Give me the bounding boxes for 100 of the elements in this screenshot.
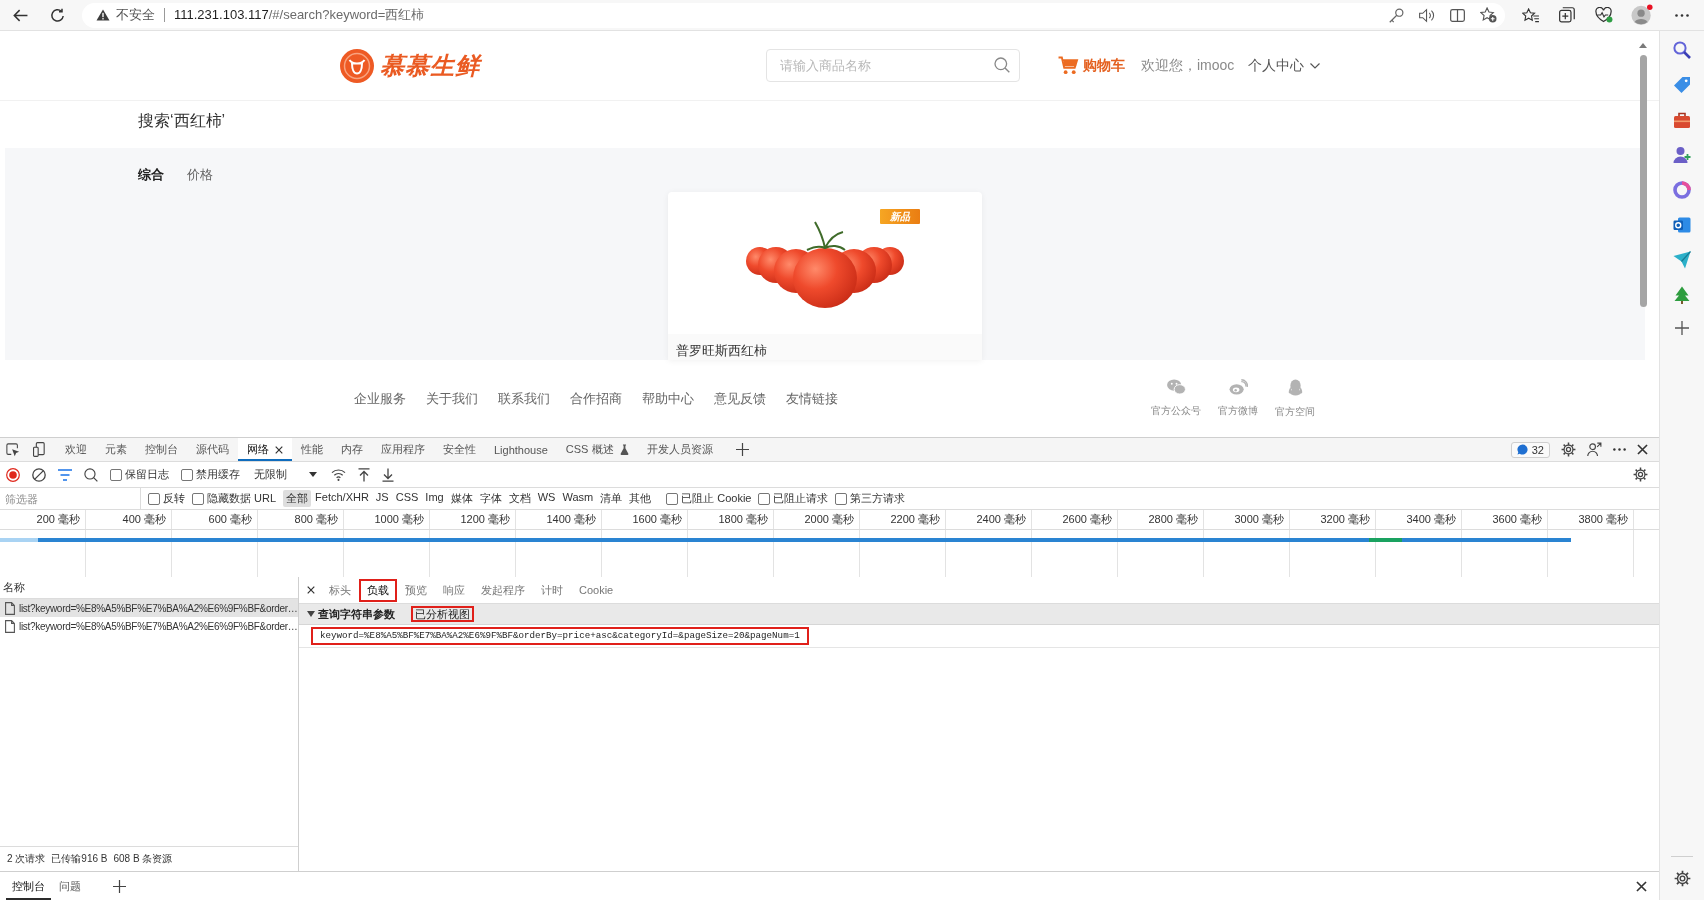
devtools-tab[interactable]: 元素	[96, 438, 136, 461]
detail-tab[interactable]: 预览	[397, 578, 435, 602]
tree-icon[interactable]	[1673, 286, 1691, 304]
settings-icon[interactable]	[1673, 870, 1691, 887]
upload-icon[interactable]	[358, 467, 370, 482]
product-card[interactable]: 新品 普罗旺斯西红柿	[668, 192, 982, 360]
close-icon[interactable]	[1637, 444, 1648, 455]
devtools-tab[interactable]: 内存	[332, 438, 372, 461]
close-icon[interactable]	[1636, 880, 1647, 892]
checkbox-label[interactable]: 禁用缓存	[196, 467, 240, 482]
type-filter-button[interactable]: JS	[372, 490, 392, 507]
ring-icon[interactable]	[1673, 181, 1691, 199]
devtools-tab[interactable]: Lighthouse	[485, 438, 557, 461]
clear-icon[interactable]	[32, 467, 46, 482]
person-arrow-icon[interactable]	[1587, 442, 1602, 457]
expand-triangle-icon[interactable]	[307, 611, 315, 617]
speaker-icon[interactable]	[1419, 7, 1435, 23]
footer-link[interactable]: 企业服务	[354, 389, 406, 408]
favorites-icon[interactable]	[1522, 7, 1539, 23]
checkbox-label[interactable]: 第三方请求	[850, 491, 906, 506]
cart-link[interactable]: 购物车	[1058, 56, 1125, 75]
search-icon[interactable]	[84, 467, 98, 482]
footer-link[interactable]: 关于我们	[426, 389, 478, 408]
paper-plane-icon[interactable]	[1673, 251, 1691, 269]
add-person-icon[interactable]	[1673, 146, 1691, 164]
type-filter-button[interactable]: 字体	[476, 490, 505, 507]
detail-tab[interactable]: 负载	[359, 578, 397, 602]
type-filter-button[interactable]: 清单	[597, 490, 626, 507]
devtools-tab[interactable]: 网络	[238, 438, 292, 461]
view-toggle-link[interactable]: 已分析视图	[411, 606, 474, 622]
type-filter-button[interactable]: Wasm	[559, 490, 597, 507]
search-field[interactable]: 请输入商品名称	[766, 49, 1020, 82]
footer-link[interactable]: 合作招商	[570, 389, 622, 408]
mail-icon[interactable]	[1673, 216, 1691, 234]
refresh-icon[interactable]	[50, 7, 65, 23]
settings-icon[interactable]	[1561, 442, 1576, 457]
checkbox-label[interactable]: 隐藏数据 URL	[207, 491, 277, 506]
issues-counter[interactable]: 32	[1510, 441, 1550, 458]
checkbox-label[interactable]: 反转	[163, 491, 185, 506]
section-header[interactable]: 查询字符串参数 已分析视图	[299, 604, 1659, 625]
type-filter-button[interactable]: WS	[534, 490, 559, 507]
type-filter-button[interactable]: Img	[422, 490, 447, 507]
drawer-tab[interactable]: 控制台	[6, 872, 51, 900]
checkbox-label[interactable]: 保留日志	[125, 467, 169, 482]
social-link[interactable]: 官方空间	[1275, 378, 1315, 419]
request-row[interactable]: list?keyword=%E8%A5%BF%E7%BA%A2%E6%9F%BF&order…	[0, 617, 298, 635]
wifi-icon[interactable]	[331, 468, 346, 481]
detail-tab[interactable]: 计时	[533, 578, 571, 602]
request-row[interactable]: list?keyword=%E8%A5%BF%E7%BA%A2%E6%9F%BF&order…	[0, 599, 298, 617]
security-button[interactable]: 不安全	[96, 6, 155, 24]
devtools-tab[interactable]: CSS 概述	[556, 438, 638, 461]
scroll-up-icon[interactable]	[1639, 43, 1647, 48]
type-filter-button[interactable]: CSS	[392, 490, 422, 507]
close-icon[interactable]	[275, 445, 283, 454]
devtools-tab[interactable]: 源代码	[187, 438, 238, 461]
checkbox[interactable]	[666, 492, 679, 505]
plus-icon[interactable]	[735, 443, 749, 456]
avatar-icon[interactable]	[1631, 4, 1653, 26]
collections-icon[interactable]	[1559, 7, 1575, 23]
key-icon[interactable]	[1389, 7, 1404, 23]
close-icon[interactable]	[307, 586, 315, 594]
type-filter-button[interactable]: 全部	[283, 490, 312, 507]
device-icon[interactable]	[33, 442, 45, 457]
logo-link[interactable]: 慕慕生鲜	[340, 48, 480, 83]
footer-link[interactable]: 帮助中心	[642, 389, 694, 408]
throttling-dropdown[interactable]: 无限制	[252, 466, 319, 483]
sort-tab[interactable]: 价格	[187, 167, 213, 183]
detail-tab[interactable]: 发起程序	[473, 578, 533, 602]
devtools-tab[interactable]: 控制台	[136, 438, 187, 461]
devtools-tab[interactable]: 应用程序	[372, 438, 434, 461]
checkbox[interactable]	[181, 468, 193, 481]
detail-tab[interactable]: 响应	[435, 578, 473, 602]
drawer-tab[interactable]: 问题	[53, 872, 87, 900]
devtools-tab[interactable]: 安全性	[434, 438, 485, 461]
more-icon[interactable]	[1613, 448, 1626, 451]
address-bar[interactable]: 不安全 111.231.103.117/#/search?keyword=西红柿	[82, 2, 1505, 28]
plus-icon[interactable]	[113, 879, 126, 893]
checkbox[interactable]	[758, 492, 771, 505]
search-icon[interactable]	[1673, 41, 1691, 59]
filter-icon[interactable]	[58, 468, 72, 481]
settings-icon[interactable]	[1633, 467, 1648, 482]
scrollbar-thumb[interactable]	[1639, 55, 1647, 307]
devtools-tab[interactable]: 开发人员资源	[637, 438, 722, 461]
record-icon[interactable]	[6, 467, 20, 482]
toolbox-icon[interactable]	[1673, 111, 1691, 129]
heart-pulse-icon[interactable]	[1595, 7, 1613, 23]
type-filter-button[interactable]: 媒体	[447, 490, 476, 507]
checkbox[interactable]	[835, 492, 848, 505]
download-icon[interactable]	[382, 467, 394, 482]
detail-tab[interactable]: Cookie	[571, 578, 622, 602]
social-link[interactable]: 官方公众号	[1151, 378, 1201, 419]
type-filter-button[interactable]: Fetch/XHR	[312, 490, 372, 507]
devtools-tab[interactable]: 欢迎	[56, 438, 96, 461]
user-center-menu[interactable]: 个人中心	[1248, 56, 1321, 75]
add-favorite-icon[interactable]	[1480, 7, 1497, 23]
checkbox-label[interactable]: 已阻止请求	[773, 491, 829, 506]
footer-link[interactable]: 友情链接	[786, 389, 838, 408]
more-icon[interactable]	[1675, 13, 1689, 17]
type-filter-button[interactable]: 其他	[626, 490, 655, 507]
checkbox[interactable]	[192, 492, 204, 505]
